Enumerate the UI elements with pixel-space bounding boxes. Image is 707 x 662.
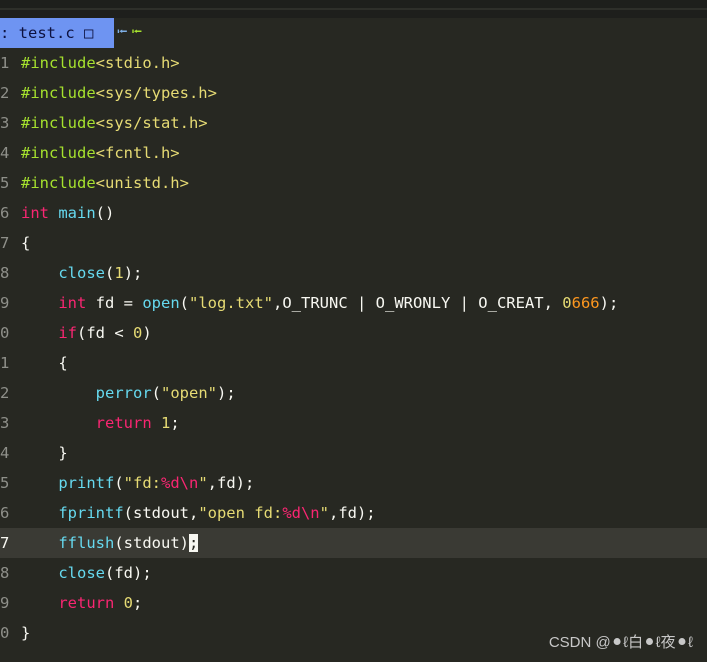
number-literal: 0	[562, 294, 572, 312]
code-line-11: 1 {	[0, 348, 707, 378]
number-literal: 1	[161, 414, 171, 432]
code-line-4: 4 #include<fcntl.h>	[0, 138, 707, 168]
keyword: int	[58, 294, 87, 312]
line-number: 9	[0, 294, 10, 312]
line-number: 4	[0, 144, 10, 162]
include-header: <sys/types.h>	[95, 84, 217, 102]
code-line-15: 5 printf("fd:%d\n",fd);	[0, 468, 707, 498]
preprocessor-directive: #include	[21, 174, 96, 192]
csdn-watermark: CSDN @⚫ℓ白⚫ℓ夜⚫ℓ	[548, 634, 693, 651]
function-call: fprintf	[58, 504, 124, 522]
code-line-5: 5 #include<unistd.h>	[0, 168, 707, 198]
line-number: 1	[0, 54, 10, 72]
line-number: 7	[0, 534, 10, 552]
line-number: 0	[0, 324, 10, 342]
code-line-18: 8 close(fd);	[0, 558, 707, 588]
code-editor[interactable]: 1 #include<stdio.h> 2 #include<sys/types.h…	[0, 48, 707, 648]
code-line-17-current: 7 fflush(stdout);	[0, 528, 707, 558]
include-header: <stdio.h>	[95, 54, 180, 72]
tab-line: : test.c □ ⭰ ⭰	[0, 18, 707, 48]
code-line-2: 2 #include<sys/types.h>	[0, 78, 707, 108]
code-line-10: 0 if(fd < 0)	[0, 318, 707, 348]
line-number: 0	[0, 624, 10, 642]
modified-box-icon: □	[84, 24, 94, 42]
preprocessor-directive: #include	[21, 54, 96, 72]
function-call: perror	[95, 384, 152, 402]
preprocessor-directive: #include	[21, 144, 96, 162]
code-line-12: 2 perror("open");	[0, 378, 707, 408]
line-number: 6	[0, 204, 10, 222]
code-text: {	[21, 234, 31, 252]
top-bar-divider	[0, 8, 707, 10]
function-call: fflush	[58, 534, 115, 552]
octal-digits: 666	[571, 294, 600, 312]
code-line-6: 6 int main()	[0, 198, 707, 228]
string-literal: "open fd:	[198, 504, 283, 522]
preprocessor-directive: #include	[21, 114, 96, 132]
include-header: <sys/stat.h>	[95, 114, 208, 132]
keyword: int	[21, 204, 49, 222]
line-number: 4	[0, 444, 10, 462]
function-call: close	[58, 264, 105, 282]
number-literal: 0	[133, 324, 143, 342]
string-literal: "fd:	[123, 474, 161, 492]
code-line-1: 1 #include<stdio.h>	[0, 48, 707, 78]
code-line-9: 9 int fd = open("log.txt",O_TRUNC | O_WR…	[0, 288, 707, 318]
code-line-13: 3 return 1;	[0, 408, 707, 438]
function-name: main	[49, 204, 96, 222]
line-number: 6	[0, 504, 10, 522]
format-specifier: %d\n	[282, 504, 320, 522]
code-line-8: 8 close(1);	[0, 258, 707, 288]
line-number: 3	[0, 414, 10, 432]
function-call: close	[58, 564, 105, 582]
number-literal: 0	[123, 594, 134, 612]
number-literal: 1	[114, 264, 124, 282]
code-line-3: 3 #include<sys/stat.h>	[0, 108, 707, 138]
function-call: open	[142, 294, 180, 312]
keyword: return	[58, 594, 115, 612]
code-text: ()	[95, 204, 115, 222]
line-number: 8	[0, 264, 10, 282]
code-line-14: 4 }	[0, 438, 707, 468]
keyword: return	[95, 414, 152, 432]
line-number: 9	[0, 594, 10, 612]
tab-label: : test.c	[0, 24, 84, 42]
arrow-left-icon[interactable]: ⭰	[117, 24, 128, 40]
line-number: 8	[0, 564, 10, 582]
window-top-bar	[0, 0, 707, 18]
string-literal: "open"	[161, 384, 217, 402]
line-number: 1	[0, 354, 10, 372]
text-cursor[interactable]: ;	[188, 534, 199, 552]
arrow-left-green-icon[interactable]: ⭰	[132, 24, 143, 40]
tab-arrows: ⭰ ⭰	[117, 18, 142, 48]
keyword: if	[58, 324, 77, 342]
format-specifier: %d\n	[161, 474, 199, 492]
line-number: 3	[0, 114, 10, 132]
line-number: 2	[0, 384, 10, 402]
preprocessor-directive: #include	[21, 84, 96, 102]
code-line-19: 9 return 0;	[0, 588, 707, 618]
code-line-7: 7{	[0, 228, 707, 258]
include-header: <fcntl.h>	[95, 144, 180, 162]
code-line-16: 6 fprintf(stdout,"open fd:%d\n",fd);	[0, 498, 707, 528]
string-literal: "log.txt"	[189, 294, 273, 312]
function-call: printf	[58, 474, 115, 492]
line-number: 2	[0, 84, 10, 102]
line-number: 5	[0, 174, 10, 192]
line-number: 7	[0, 234, 10, 252]
buffer-tab-test-c[interactable]: : test.c □	[0, 18, 114, 48]
include-header: <unistd.h>	[95, 174, 189, 192]
line-number: 5	[0, 474, 10, 492]
